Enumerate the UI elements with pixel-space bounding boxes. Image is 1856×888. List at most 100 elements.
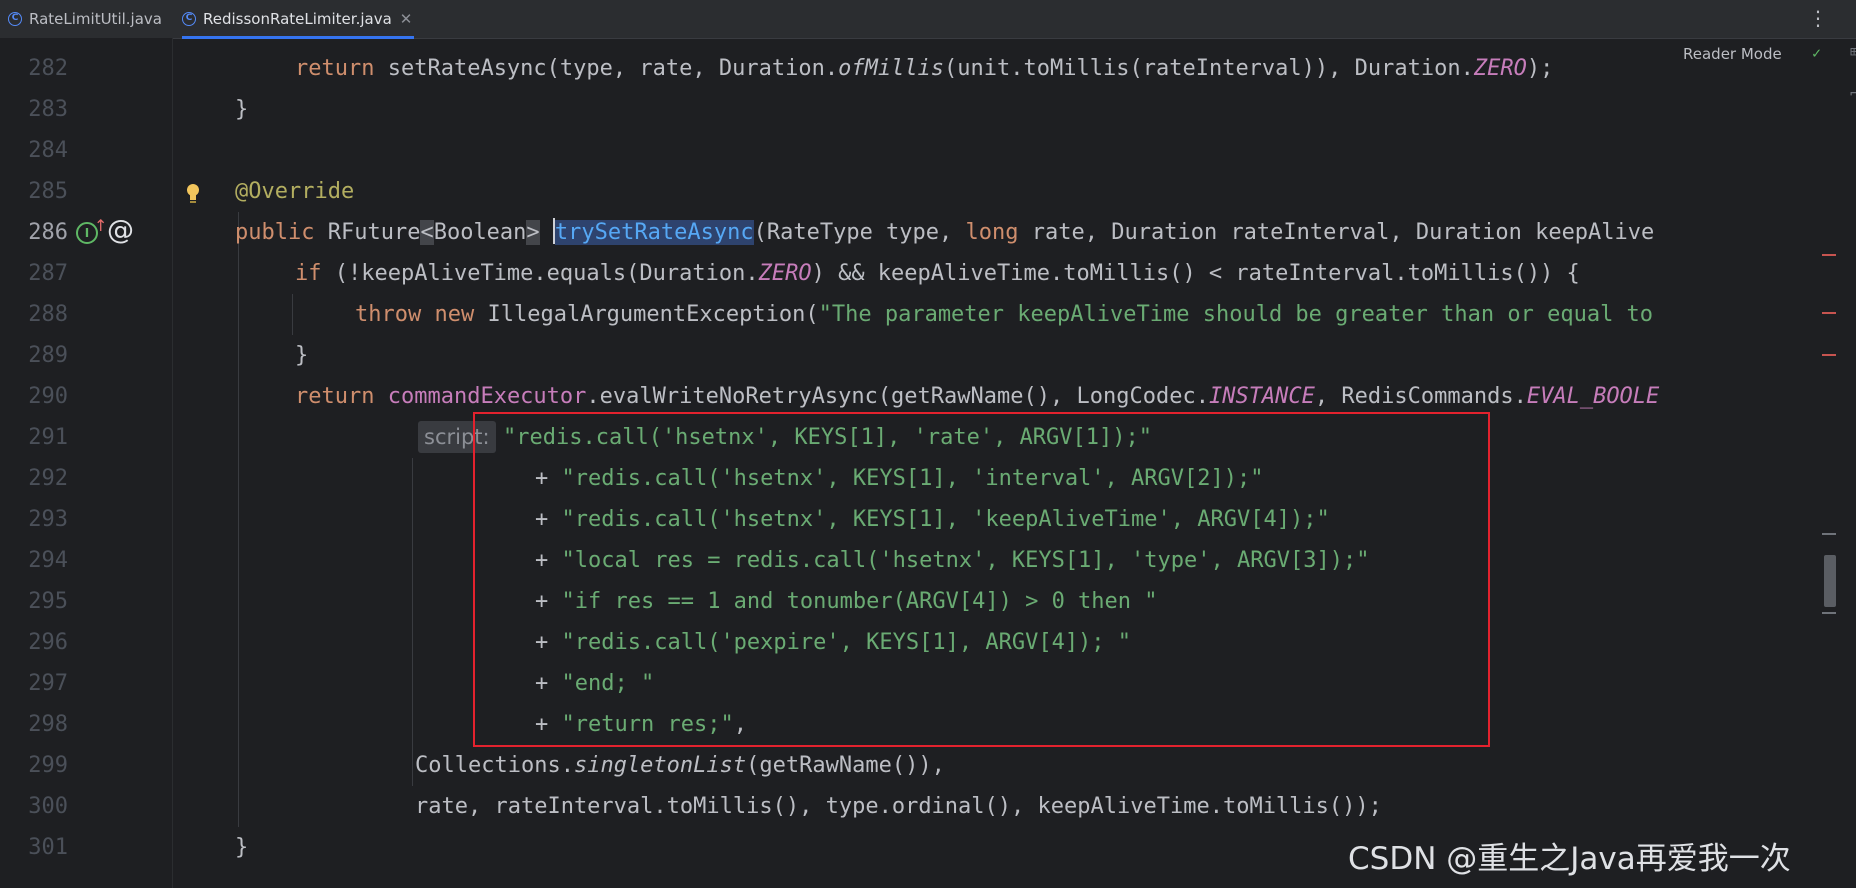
- string-literal: "The parameter keepAliveTime should be g…: [818, 302, 1667, 327]
- code-line-293: + "redis.call('hsetnx', KEYS[1], 'keepAl…: [535, 499, 1330, 540]
- constant: EVAL_BOOLE: [1526, 384, 1660, 409]
- string-literal: "return res;": [561, 712, 734, 737]
- string-literal: "redis.call('hsetnx', KEYS[1], 'keepAliv…: [561, 507, 1330, 532]
- line-number: 287: [28, 261, 68, 286]
- error-stripe-mark[interactable]: [1822, 254, 1836, 256]
- operator: +: [535, 630, 562, 655]
- line-number: 290: [28, 384, 68, 409]
- code-line-286: public RFuture<Boolean> trySetRateAsync(…: [235, 212, 1654, 253]
- operator: +: [535, 548, 562, 573]
- code-text: IllegalArgumentException(: [474, 302, 819, 327]
- code-line-282: return setRateAsync(type, rate, Duration…: [295, 48, 1553, 89]
- code-line-297: + "end; ": [535, 663, 654, 704]
- scrollbar-thumb[interactable]: [1824, 555, 1836, 607]
- line-number: 284: [28, 138, 68, 163]
- line-number: 293: [28, 507, 68, 532]
- line-number: 285: [28, 179, 68, 204]
- tab-label: RedissonRateLimiter.java: [203, 10, 392, 28]
- keyword: throw: [355, 302, 422, 327]
- override-arrow-icon[interactable]: ↑: [94, 216, 107, 235]
- operator: +: [535, 712, 562, 737]
- line-number: 292: [28, 466, 68, 491]
- error-stripe-mark[interactable]: [1822, 312, 1836, 314]
- field: commandExecutor: [387, 384, 587, 409]
- tab-ratelimitutil[interactable]: C RateLimitUtil.java: [8, 0, 162, 38]
- operator: +: [535, 466, 562, 491]
- code-line-301: }: [235, 835, 249, 860]
- method-call: singletonList: [573, 753, 747, 778]
- line-number-current: 286: [28, 220, 68, 245]
- code-text: (!keepAliveTime.equals(Duration.: [321, 261, 759, 286]
- editor-tab-bar: C RateLimitUtil.java C RedissonRateLimit…: [0, 0, 1856, 39]
- code-text: .evalWriteNoRetryAsync(getRawName(), Lon…: [586, 384, 1209, 409]
- string-literal: "if res == 1 and tonumber(ARGV[4]) > 0 t…: [561, 589, 1158, 614]
- bracket: <: [420, 220, 434, 245]
- lightbulb-icon[interactable]: [185, 182, 201, 204]
- tab-redissonratelimiter[interactable]: C RedissonRateLimiter.java ✕: [182, 0, 415, 39]
- constant: INSTANCE: [1208, 384, 1315, 409]
- operator: +: [535, 589, 562, 614]
- more-vertical-icon[interactable]: ⋮: [1808, 6, 1828, 30]
- edge-icon: ⌐: [1850, 86, 1856, 102]
- method-name[interactable]: trySetRateAsync: [554, 220, 754, 245]
- line-number: 296: [28, 630, 68, 655]
- line-number: 294: [28, 548, 68, 573]
- code-line-290: return commandExecutor.evalWriteNoRetryA…: [295, 376, 1659, 417]
- code-text: setRateAsync(type, rate, Duration.: [374, 56, 839, 81]
- keyword: return: [295, 56, 375, 81]
- line-number: 291: [28, 425, 68, 450]
- code-editor[interactable]: C RateLimitUtil.java C RedissonRateLimit…: [0, 0, 1856, 888]
- line-number: 298: [28, 712, 68, 737]
- line-number: 297: [28, 671, 68, 696]
- stripe-mark[interactable]: [1822, 533, 1836, 535]
- code-text: , RedisCommands.: [1314, 384, 1527, 409]
- code-line-295: + "if res == 1 and tonumber(ARGV[4]) > 0…: [535, 581, 1158, 622]
- code-line-299: Collections.singletonList(getRawName()),: [415, 745, 945, 786]
- line-number: 283: [28, 97, 68, 122]
- at-sign-icon[interactable]: @: [107, 215, 134, 246]
- indent-guide: [292, 294, 293, 335]
- line-number: 299: [28, 753, 68, 778]
- code-line-298: + "return res;",: [535, 704, 747, 745]
- reader-mode-button[interactable]: Reader Mode: [1683, 45, 1782, 63]
- code-text: (unit.toMillis(rateInterval)), Duration.: [944, 56, 1474, 81]
- close-icon[interactable]: ✕: [400, 10, 413, 28]
- operator: +: [535, 507, 562, 532]
- line-number: 300: [28, 794, 68, 819]
- line-number: 295: [28, 589, 68, 614]
- code-text: );: [1526, 56, 1554, 81]
- code-text: ) && keepAliveTime.toMillis() < rateInte…: [811, 261, 1580, 286]
- code-text: RFuture: [314, 220, 421, 245]
- stripe-mark[interactable]: [1822, 612, 1836, 614]
- operator: +: [535, 671, 562, 696]
- constant: ZERO: [758, 261, 812, 286]
- java-class-icon: C: [8, 12, 22, 26]
- code-text: (RateType type,: [753, 220, 966, 245]
- code-text: rate, Duration rateInterval, Duration ke…: [1018, 220, 1655, 245]
- code-text: (getRawName()),: [746, 753, 945, 778]
- code-line-292: + "redis.call('hsetnx', KEYS[1], 'interv…: [535, 458, 1264, 499]
- code-line-294: + "local res = redis.call('hsetnx', KEYS…: [535, 540, 1369, 581]
- line-number: 301: [28, 835, 68, 860]
- code-text: Collections.: [415, 753, 574, 778]
- keyword: public: [235, 220, 315, 245]
- bracket: >: [526, 220, 540, 245]
- keyword: return: [295, 384, 375, 409]
- line-number: 282: [28, 56, 68, 81]
- code-line-283: }: [235, 97, 249, 122]
- string-literal: "redis.call('pexpire', KEYS[1], ARGV[4])…: [561, 630, 1132, 655]
- error-stripe-mark[interactable]: [1822, 354, 1836, 356]
- code-line-289: }: [295, 343, 309, 368]
- code-line-291: "redis.call('hsetnx', KEYS[1], 'rate', A…: [503, 425, 1153, 450]
- code-line-287: if (!keepAliveTime.equals(Duration.ZERO)…: [295, 253, 1580, 294]
- constant: ZERO: [1473, 56, 1527, 81]
- code-line-285: @Override: [235, 179, 355, 204]
- check-icon: ✓: [1812, 44, 1822, 62]
- code-line-300: rate, rateInterval.toMillis(), type.ordi…: [415, 794, 1382, 819]
- string-literal: "end; ": [561, 671, 655, 696]
- line-number: 289: [28, 343, 68, 368]
- code-line-296: + "redis.call('pexpire', KEYS[1], ARGV[4…: [535, 622, 1131, 663]
- code-text: ,: [733, 712, 747, 737]
- code-text: Boolean: [433, 220, 527, 245]
